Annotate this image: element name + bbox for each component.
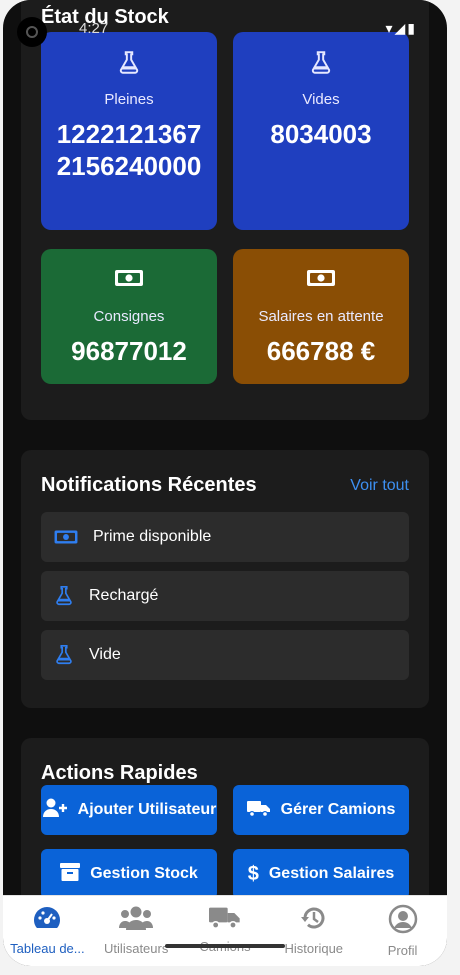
nav-label: Tableau de...	[10, 941, 85, 956]
stock-card-empty[interactable]: Vides 8034003	[233, 32, 409, 230]
history-icon	[300, 904, 328, 937]
flask-icon	[53, 644, 89, 666]
stock-card-label: Consignes	[93, 308, 165, 325]
dollar-icon: $	[247, 862, 259, 885]
status-time: 4:27	[79, 20, 109, 37]
stock-card-label: Pleines	[104, 91, 154, 108]
add-user-button[interactable]: Ajouter Utilisateur	[41, 785, 217, 835]
stock-card-label: Salaires en attente	[258, 308, 384, 325]
notification-text: Rechargé	[89, 587, 159, 604]
stock-card-value: 96877012	[71, 336, 187, 366]
nav-label: Historique	[284, 941, 344, 956]
flask-icon	[53, 585, 89, 607]
truck-icon	[246, 799, 271, 822]
notifications-section: Notifications Récentes Voir tout Prime d…	[21, 450, 429, 708]
see-all-link[interactable]: Voir tout	[350, 477, 409, 495]
notification-item[interactable]: Vide	[41, 630, 409, 680]
quick-actions-title: Actions Rapides	[41, 762, 198, 784]
stock-card-deposits[interactable]: Consignes 96877012	[41, 249, 217, 384]
nav-users[interactable]: Utilisateurs	[92, 896, 181, 966]
salary-management-label: Gestion Salaires	[268, 865, 395, 882]
status-icons: ▾◢▮	[385, 20, 417, 36]
money-icon	[233, 267, 409, 289]
users-icon	[119, 904, 154, 937]
user-plus-icon	[42, 798, 68, 823]
manage-trucks-label: Gérer Camions	[280, 801, 396, 818]
stock-section: Pleines 12221213672156240000 Vides 80340…	[21, 0, 429, 420]
stock-management-button[interactable]: Gestion Stock	[41, 849, 217, 899]
bottom-nav: Tableau de... Utilisateurs Camions Histo…	[3, 895, 447, 966]
nav-history[interactable]: Historique	[269, 896, 358, 966]
nav-label: Profil	[387, 943, 418, 958]
money-icon	[53, 528, 93, 546]
nav-dashboard[interactable]: Tableau de...	[3, 896, 92, 966]
stock-card-value: 8034003	[270, 119, 372, 149]
stock-card-value: 666788 €	[266, 336, 376, 366]
stock-card-pending-salaries[interactable]: Salaires en attente 666788 €	[233, 249, 409, 384]
notification-item[interactable]: Rechargé	[41, 571, 409, 621]
stock-management-label: Gestion Stock	[90, 865, 198, 882]
archive-icon	[60, 862, 81, 886]
status-bar: 4:27 ▾◢▮	[3, 0, 447, 56]
profile-icon	[388, 904, 418, 939]
salary-management-button[interactable]: $ Gestion Salaires	[233, 849, 409, 899]
add-user-label: Ajouter Utilisateur	[77, 801, 217, 818]
notification-text: Prime disponible	[93, 528, 212, 545]
nav-label: Utilisateurs	[104, 941, 169, 956]
nav-profile[interactable]: Profil	[358, 896, 447, 966]
stock-card-value: 12221213672156240000	[56, 119, 202, 181]
home-indicator	[165, 944, 285, 948]
notification-item[interactable]: Prime disponible	[41, 512, 409, 562]
stock-card-full[interactable]: Pleines 12221213672156240000	[41, 32, 217, 230]
camera-icon	[17, 17, 47, 47]
app-screen: Pleines 12221213672156240000 Vides 80340…	[3, 0, 447, 966]
manage-trucks-button[interactable]: Gérer Camions	[233, 785, 409, 835]
notifications-title: Notifications Récentes	[41, 474, 257, 496]
dashboard-icon	[32, 904, 62, 937]
stock-card-label: Vides	[302, 91, 340, 108]
truck-icon	[208, 904, 241, 935]
notification-text: Vide	[89, 646, 121, 663]
money-icon	[41, 267, 217, 289]
nav-trucks[interactable]: Camions	[181, 896, 270, 966]
